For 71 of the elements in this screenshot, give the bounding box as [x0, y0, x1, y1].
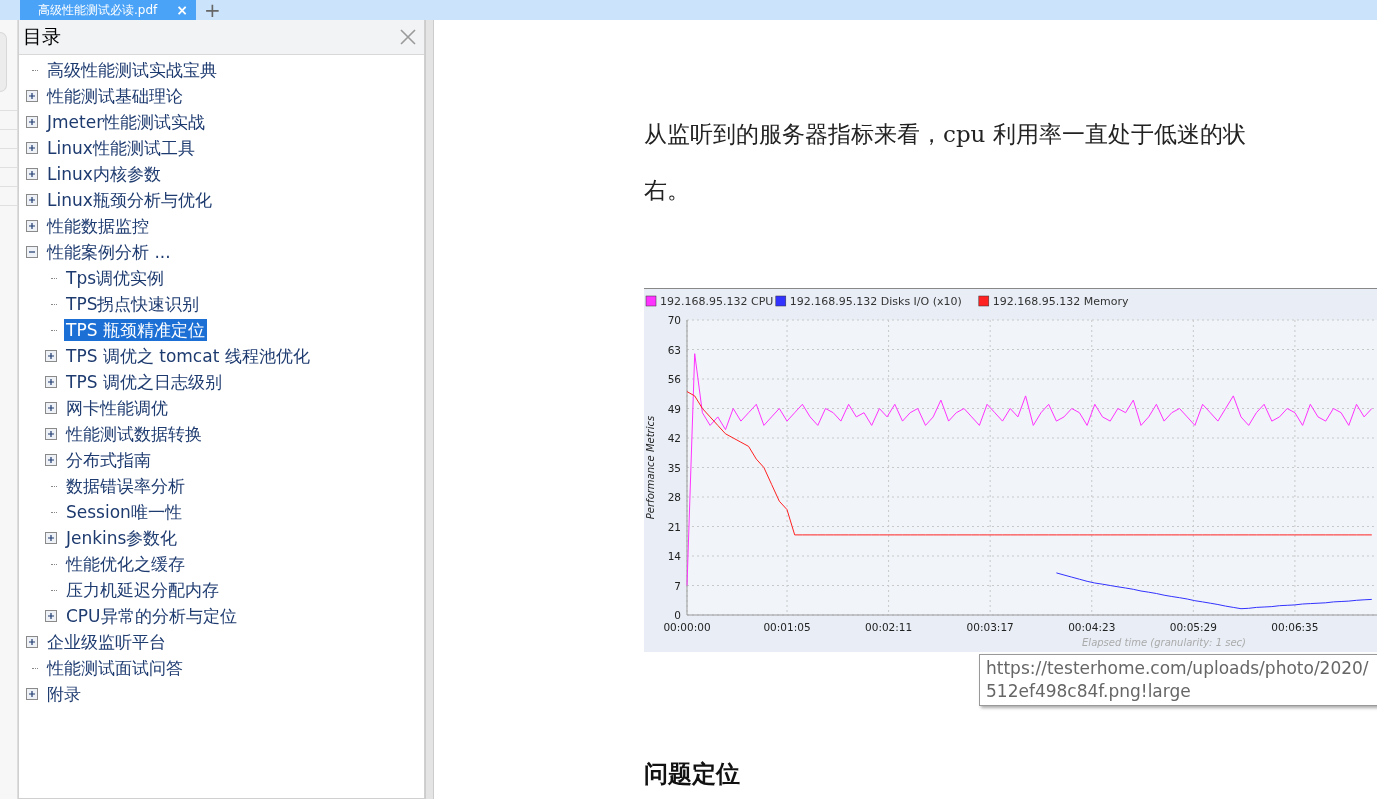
- outline-item[interactable]: 性能测试面试问答: [45, 657, 185, 679]
- outline-item[interactable]: Linux性能测试工具: [45, 137, 197, 159]
- y-tick-label: 70: [667, 314, 681, 326]
- expander-icon[interactable]: [45, 402, 57, 414]
- outline-item[interactable]: 性能测试数据转换: [64, 423, 204, 445]
- y-tick-label: 35: [667, 461, 681, 474]
- expander-icon[interactable]: [26, 688, 38, 700]
- outline-item[interactable]: 性能案例分析 ...: [45, 241, 173, 263]
- y-tick-label: 28: [667, 491, 681, 503]
- x-tick-label: 00:06:35: [1271, 621, 1319, 633]
- outline-item[interactable]: Session唯一性: [64, 501, 184, 523]
- expander-icon[interactable]: [26, 194, 38, 206]
- outline-item[interactable]: 性能优化之缓存: [64, 553, 187, 575]
- x-tick-label: 00:01:05: [763, 621, 811, 633]
- expander-icon[interactable]: [26, 116, 38, 128]
- expander-icon[interactable]: [45, 350, 57, 362]
- outline-item[interactable]: 压力机延迟分配内存: [64, 579, 221, 601]
- outline-item[interactable]: TPS 调优之日志级别: [64, 371, 224, 393]
- y-axis-title: Performance Metrics: [645, 415, 656, 520]
- legend-label: 192.168.95.132 Disks I/O (x10): [789, 295, 962, 308]
- x-tick-label: 00:04:23: [1068, 621, 1116, 633]
- expander-icon[interactable]: [45, 610, 57, 622]
- expander-icon[interactable]: [26, 220, 38, 232]
- outline-item[interactable]: 附录: [45, 683, 83, 705]
- legend-label: 192.168.95.132 Memory: [992, 295, 1129, 308]
- outline-item[interactable]: Jmeter性能测试实战: [45, 111, 208, 133]
- outline-item[interactable]: 性能测试基础理论: [45, 85, 185, 107]
- section-heading: 问题定位: [644, 760, 741, 788]
- y-tick-label: 42: [667, 432, 681, 444]
- outline-item[interactable]: 数据错误率分析: [64, 475, 187, 497]
- outline-item[interactable]: 性能数据监控: [45, 215, 151, 237]
- paragraph-line: 从监听到的服务器指标来看，cpu 利用率一直处于低迷的状: [644, 120, 1247, 149]
- expander-icon[interactable]: [26, 636, 38, 648]
- outline-item[interactable]: Linux内核参数: [45, 163, 163, 185]
- outline-item[interactable]: 高级性能测试实战宝典: [45, 59, 219, 81]
- outline-item[interactable]: 分布式指南: [64, 449, 153, 471]
- outline-item[interactable]: CPU异常的分析与定位: [64, 605, 239, 627]
- paragraph-line: 右。: [644, 176, 691, 205]
- y-tick-label: 56: [667, 373, 681, 385]
- outline-item[interactable]: Jenkins参数化: [64, 527, 180, 549]
- outline-item[interactable]: TPS拐点快速识别: [64, 293, 202, 315]
- y-tick-label: 49: [667, 402, 681, 415]
- outline-item[interactable]: TPS 调优之 tomcat 线程池优化: [64, 345, 312, 367]
- outline-item[interactable]: 企业级监听平台: [45, 631, 168, 653]
- legend-label: 192.168.95.132 CPU: [660, 295, 774, 308]
- tooltip-text: 512ef498c84f.png!large: [986, 680, 1192, 703]
- expander-icon[interactable]: [26, 90, 38, 102]
- outline-item[interactable]: Linux瓶颈分析与优化: [45, 189, 214, 211]
- x-axis-title: Elapsed time (granularity: 1 sec): [1082, 637, 1246, 648]
- outline-item[interactable]: TPS 瓶颈精准定位: [64, 319, 207, 341]
- y-tick-label: 14: [667, 550, 681, 562]
- y-tick-label: 7: [674, 579, 681, 592]
- x-tick-label: 00:03:17: [966, 621, 1014, 633]
- x-tick-label: 00:05:29: [1169, 621, 1217, 633]
- expander-icon[interactable]: [26, 142, 38, 154]
- outline-item[interactable]: Tps调优实例: [64, 267, 167, 289]
- tooltip-text: https://testerhome.com/uploads/photo/2020/: [986, 657, 1370, 680]
- x-tick-label: 00:02:11: [865, 621, 913, 633]
- expander-icon[interactable]: [26, 246, 38, 258]
- new-tab-button[interactable]: +: [204, 0, 221, 20]
- y-tick-label: 0: [674, 609, 681, 621]
- expander-icon[interactable]: [26, 168, 38, 180]
- outline-title: 目录: [23, 24, 61, 49]
- x-tick-label: 00:00:00: [663, 621, 711, 633]
- expander-icon[interactable]: [45, 454, 57, 466]
- y-tick-label: 21: [667, 520, 681, 533]
- expander-icon[interactable]: [45, 532, 57, 544]
- expander-icon[interactable]: [45, 376, 57, 388]
- y-tick-label: 63: [667, 343, 681, 356]
- outline-item[interactable]: 网卡性能调优: [64, 397, 170, 419]
- expander-icon[interactable]: [45, 428, 57, 440]
